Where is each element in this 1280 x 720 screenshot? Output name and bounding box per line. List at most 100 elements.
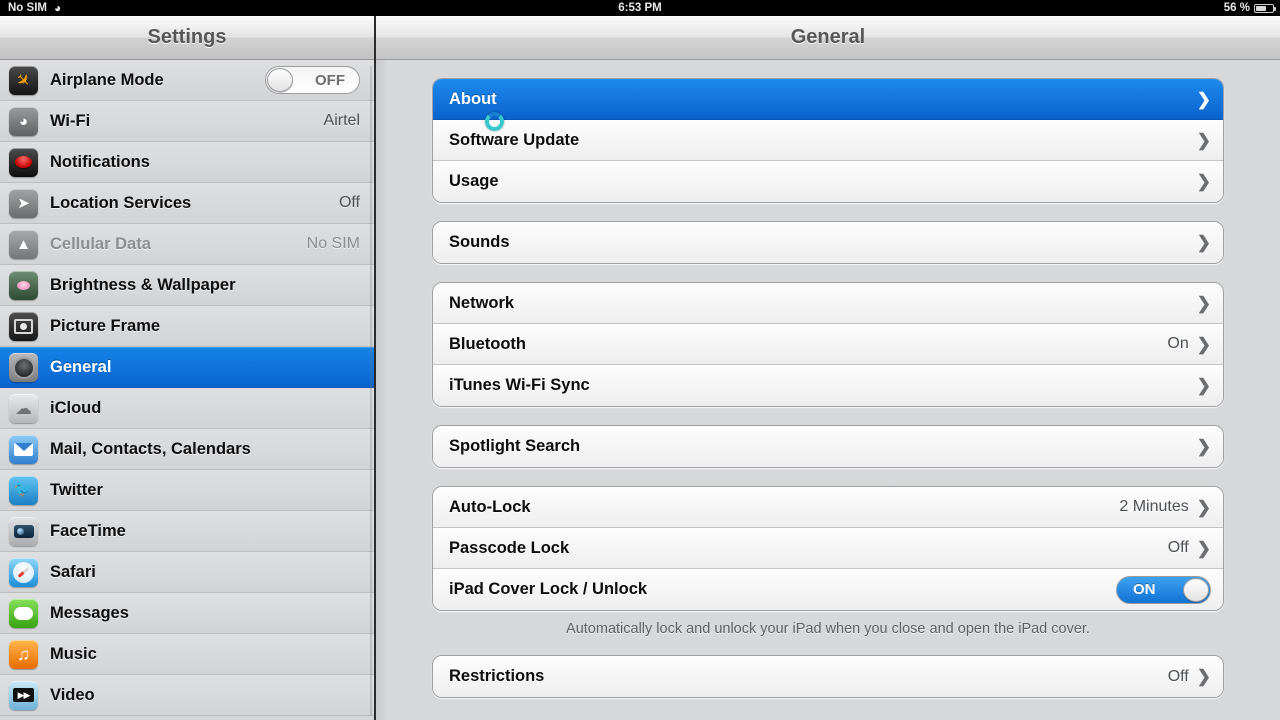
row-network[interactable]: Network ❯ [433, 283, 1223, 324]
row-label: Software Update [449, 130, 580, 149]
row-about[interactable]: About ❯ [433, 79, 1223, 120]
chevron-right-icon: ❯ [1196, 538, 1211, 558]
settings-group-network: Network ❯ Bluetooth On ❯ iTunes Wi-Fi Sy… [432, 282, 1224, 407]
icloud-icon: ☁ [9, 393, 38, 423]
video-icon: ▶▶ [9, 680, 38, 710]
messages-icon [9, 598, 38, 628]
row-restrictions[interactable]: Restrictions Off ❯ [433, 656, 1223, 697]
toggle-knob [1183, 577, 1209, 602]
sidebar-item-label: Cellular Data [50, 234, 151, 253]
notifications-icon [9, 147, 38, 177]
airplane-mode-toggle[interactable]: OFF [265, 66, 360, 94]
sidebar-item-music[interactable]: ♫ Music [0, 634, 374, 675]
settings-sidebar: Settings ✈ Airplane Mode OFF ◕ Wi-Fi Air… [0, 16, 376, 720]
row-sounds[interactable]: Sounds ❯ [433, 222, 1223, 263]
row-ipad-cover-lock[interactable]: iPad Cover Lock / Unlock ON [433, 569, 1223, 610]
sidebar-item-label: Wi-Fi [50, 111, 91, 130]
row-passcode-lock[interactable]: Passcode Lock Off ❯ [433, 528, 1223, 569]
row-software-update[interactable]: Software Update ❯ [433, 120, 1223, 161]
row-value: 2 Minutes [1119, 498, 1189, 515]
sidebar-item-wifi[interactable]: ◕ Wi-Fi Airtel [0, 101, 374, 142]
settings-group-restrictions: Restrictions Off ❯ [432, 655, 1224, 698]
sidebar-item-messages[interactable]: Messages [0, 593, 374, 634]
row-value: Off [1167, 539, 1189, 556]
ipad-cover-lock-toggle[interactable]: ON [1116, 575, 1211, 604]
sidebar-item-notifications[interactable]: Notifications [0, 142, 374, 183]
sidebar-item-label: General [50, 358, 112, 376]
chevron-right-icon: ❯ [1196, 233, 1211, 252]
row-usage[interactable]: Usage ❯ [433, 161, 1223, 202]
sidebar-item-label: Mail, Contacts, Calendars [50, 439, 251, 458]
sidebar-item-value: Off [338, 194, 360, 211]
picture-frame-icon [9, 311, 38, 341]
sidebar-item-picture-frame[interactable]: Picture Frame [0, 306, 374, 347]
row-label: iPad Cover Lock / Unlock [449, 580, 648, 598]
sidebar-item-label: Safari [50, 562, 96, 581]
status-bar: No SIM ◕ 6:53 PM 56 % [0, 0, 1280, 16]
sidebar-item-label: Notifications [50, 152, 150, 171]
sidebar-item-safari[interactable]: Safari [0, 552, 374, 593]
row-itunes-wifi-sync[interactable]: iTunes Wi-Fi Sync ❯ [433, 365, 1223, 406]
row-value: Off [1167, 667, 1189, 685]
facetime-icon [9, 516, 38, 546]
chevron-right-icon: ❯ [1196, 667, 1211, 686]
sidebar-item-twitter[interactable]: 🐦 Twitter [0, 470, 374, 511]
row-label: Restrictions [449, 667, 545, 685]
location-icon: ➤ [9, 188, 38, 218]
row-label: Network [449, 293, 515, 312]
sidebar-item-video[interactable]: ▶▶ Video [0, 675, 374, 716]
general-detail-pane: General About ❯ Software Update ❯ Usage [376, 16, 1280, 720]
cellular-icon: ▲ [9, 229, 38, 259]
chevron-right-icon: ❯ [1196, 293, 1211, 313]
sidebar-item-airplane-mode[interactable]: ✈ Airplane Mode OFF [0, 60, 374, 101]
sidebar-item-value: Airtel [323, 112, 360, 129]
sidebar-item-label: Picture Frame [50, 316, 161, 335]
sidebar-item-location-services[interactable]: ➤ Location Services Off [0, 183, 374, 224]
toggle-state-label: ON [1133, 581, 1156, 598]
mail-icon [9, 434, 38, 464]
battery-icon [1254, 3, 1276, 13]
chevron-right-icon: ❯ [1196, 172, 1211, 191]
sidebar-item-brightness-wallpaper[interactable]: Brightness & Wallpaper [0, 265, 374, 306]
page-title: General [790, 26, 866, 48]
status-bar-clock: 6:53 PM [618, 2, 662, 14]
row-label: About [449, 89, 497, 108]
row-label: Bluetooth [449, 334, 526, 353]
sidebar-navbar: Settings [0, 16, 374, 60]
sidebar-item-cellular-data[interactable]: ▲ Cellular Data No SIM [0, 224, 374, 265]
row-spotlight-search[interactable]: Spotlight Search ❯ [433, 426, 1223, 467]
chevron-right-icon: ❯ [1196, 334, 1211, 354]
row-label: iTunes Wi-Fi Sync [449, 376, 590, 394]
row-bluetooth[interactable]: Bluetooth On ❯ [433, 324, 1223, 365]
sidebar-item-facetime[interactable]: FaceTime [0, 511, 374, 552]
detail-navbar: General [376, 16, 1280, 60]
music-icon: ♫ [9, 639, 38, 669]
sidebar-item-label: Location Services [50, 193, 192, 212]
row-value: On [1167, 335, 1189, 352]
sidebar-item-mail-contacts-calendars[interactable]: Mail, Contacts, Calendars [0, 429, 374, 470]
chevron-right-icon: ❯ [1196, 376, 1211, 395]
settings-group-sounds: Sounds ❯ [432, 221, 1224, 264]
battery-percent-label: 56 % [1223, 2, 1250, 14]
brightness-icon [9, 270, 38, 300]
chevron-right-icon: ❯ [1196, 130, 1211, 150]
sidebar-item-label: Messages [50, 603, 129, 622]
sidebar-item-label: Brightness & Wallpaper [50, 275, 236, 294]
sidebar-item-label: FaceTime [50, 521, 126, 540]
twitter-icon: 🐦 [9, 475, 38, 505]
row-auto-lock[interactable]: Auto-Lock 2 Minutes ❯ [433, 487, 1223, 528]
wifi-icon: ◕ [9, 106, 38, 136]
chevron-right-icon: ❯ [1196, 437, 1211, 456]
sidebar-item-general[interactable]: General [0, 347, 374, 388]
sidebar-list: ✈ Airplane Mode OFF ◕ Wi-Fi Airtel Notif… [0, 60, 374, 720]
row-label: Sounds [449, 233, 510, 251]
sidebar-item-icloud[interactable]: ☁ iCloud [0, 388, 374, 429]
detail-scroll-area[interactable]: About ❯ Software Update ❯ Usage ❯ Sounds… [376, 60, 1280, 720]
safari-icon [9, 557, 38, 587]
sidebar-item-label: Airplane Mode [50, 70, 164, 89]
sidebar-item-label: Video [50, 685, 95, 704]
row-label: Usage [449, 172, 499, 190]
row-label: Spotlight Search [449, 437, 581, 455]
ipad-settings-screen: No SIM ◕ 6:53 PM 56 % Settings ✈ Airplan… [0, 0, 1280, 720]
sidebar-scrollbar[interactable] [370, 66, 372, 716]
